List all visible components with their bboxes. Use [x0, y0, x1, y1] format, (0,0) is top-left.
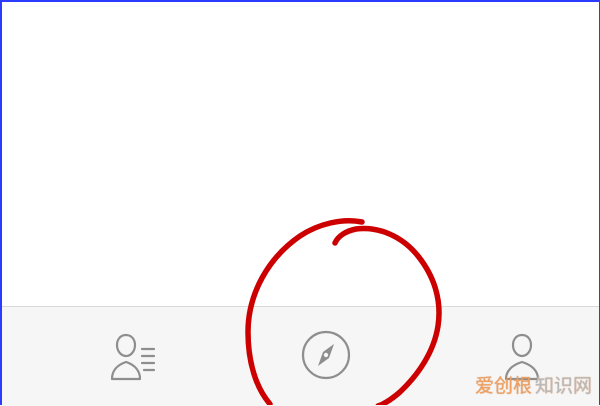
watermark-brand: 爱创根: [474, 375, 532, 397]
compass-icon: [301, 330, 351, 380]
tab-contacts[interactable]: [30, 307, 230, 406]
watermark-site: 知识网: [534, 375, 592, 397]
watermark: 爱创根 知识网: [475, 375, 592, 397]
contacts-icon: [110, 333, 156, 381]
tab-discover[interactable]: [226, 307, 426, 406]
content-area: [2, 2, 599, 306]
